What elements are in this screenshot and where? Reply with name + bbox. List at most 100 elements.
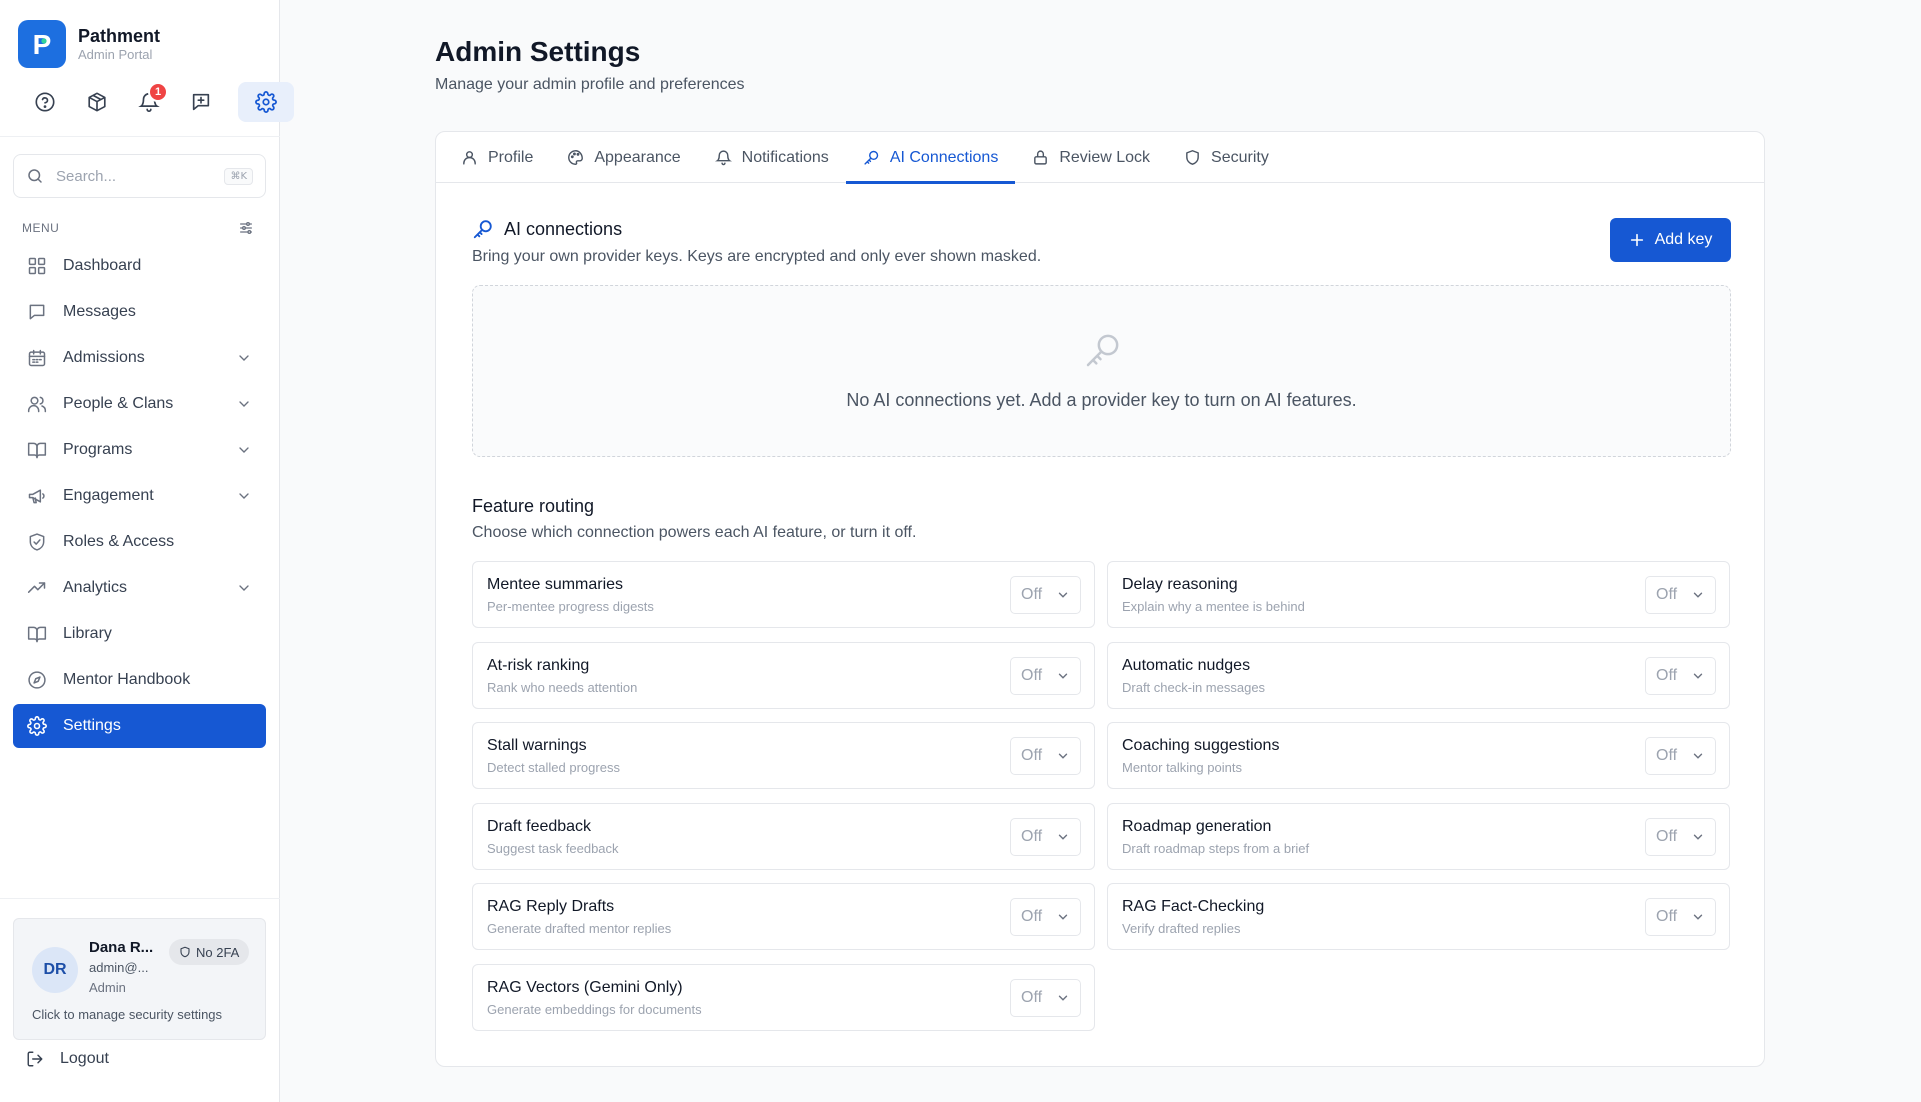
feature-title: Mentee summaries xyxy=(487,576,624,593)
sidebar-item-people-clans[interactable]: People & Clans xyxy=(13,382,266,426)
feature-description: Verify drafted replies xyxy=(1122,921,1241,936)
feature-connection-select[interactable]: Off xyxy=(1645,576,1716,614)
settings-tabs: Profile Appearance Notifications AI Conn… xyxy=(436,132,1764,184)
key-icon xyxy=(473,220,492,239)
sidebar-item-analytics[interactable]: Analytics xyxy=(13,566,266,610)
select-value: Off xyxy=(1021,908,1043,925)
help-icon xyxy=(35,92,55,112)
chevron-down-icon xyxy=(239,401,249,407)
sidebar-item-label: Programs xyxy=(63,441,133,458)
feature-connection-select[interactable]: Off xyxy=(1010,576,1081,614)
sidebar-item-library[interactable]: Library xyxy=(13,612,266,656)
packages-button[interactable] xyxy=(74,82,120,122)
feature-card: RAG Vectors (Gemini Only) Generate embedd… xyxy=(472,964,1095,1031)
logout-label: Logout xyxy=(60,1050,109,1067)
chevron-down-icon xyxy=(1693,834,1703,840)
sidebar-item-label: Engagement xyxy=(63,487,154,504)
sidebar-item-programs[interactable]: Programs xyxy=(13,428,266,472)
chevron-down-icon xyxy=(1058,834,1068,840)
add-key-button[interactable]: Add key xyxy=(1610,218,1731,262)
shield-icon xyxy=(180,946,190,958)
feature-connection-select[interactable]: Off xyxy=(1010,818,1081,856)
tab-notifications[interactable]: Notifications xyxy=(698,132,846,183)
trend-up-icon xyxy=(27,582,46,593)
sidebar: P Pathment Admin Portal 1 Search... ⌘K M… xyxy=(0,0,294,1102)
sidebar-item-engagement[interactable]: Engagement xyxy=(13,474,266,518)
gear-icon xyxy=(255,91,277,113)
sidebar-item-mentor-handbook[interactable]: Mentor Handbook xyxy=(13,658,266,702)
notifications-button[interactable]: 1 xyxy=(126,82,172,122)
feature-title: Coaching suggestions xyxy=(1122,737,1280,754)
logout-button[interactable]: Logout xyxy=(26,1050,109,1068)
book-icon xyxy=(27,626,47,643)
sliders-icon[interactable] xyxy=(238,220,254,236)
feature-connection-select[interactable]: Off xyxy=(1645,898,1716,936)
brand[interactable]: P Pathment Admin Portal xyxy=(18,20,160,68)
bell-icon xyxy=(714,150,732,166)
logout-icon xyxy=(27,1051,43,1067)
user-card[interactable]: DR Dana R... admin@... Admin No 2FA Clic… xyxy=(13,918,266,1040)
select-value: Off xyxy=(1021,747,1043,764)
tab-review-lock[interactable]: Review Lock xyxy=(1015,132,1167,183)
feature-connection-select[interactable]: Off xyxy=(1645,657,1716,695)
chevron-down-icon xyxy=(1693,914,1703,920)
feature-title: Delay reasoning xyxy=(1122,576,1238,593)
select-value: Off xyxy=(1656,828,1678,845)
feature-title: Roadmap generation xyxy=(1122,818,1272,835)
shield-check-icon xyxy=(29,533,45,551)
brand-name: Pathment xyxy=(78,26,161,46)
select-value: Off xyxy=(1656,586,1678,603)
feature-routing-subtitle: Choose which connection powers each AI f… xyxy=(472,524,917,541)
settings-shortcut-button[interactable] xyxy=(238,82,294,122)
sidebar-item-label: Settings xyxy=(63,717,121,734)
sidebar-item-dashboard[interactable]: Dashboard xyxy=(13,244,266,288)
lock-icon xyxy=(1034,150,1048,165)
search-input[interactable]: Search... ⌘K xyxy=(13,154,266,198)
sidebar-item-roles-access[interactable]: Roles & Access xyxy=(13,520,266,564)
feature-connection-select[interactable]: Off xyxy=(1645,737,1716,775)
feature-description: Suggest task feedback xyxy=(487,841,619,856)
feature-connection-select[interactable]: Off xyxy=(1010,898,1081,936)
message-plus-icon xyxy=(192,93,210,111)
chevron-down-icon xyxy=(239,493,249,499)
feature-connection-select[interactable]: Off xyxy=(1645,818,1716,856)
chevron-down-icon xyxy=(239,355,249,361)
help-button[interactable] xyxy=(22,82,68,122)
feature-card: At-risk ranking Rank who needs attention O… xyxy=(472,642,1095,709)
user-icon xyxy=(463,151,476,165)
sidebar-nav: Dashboard Messages Admissions People & C… xyxy=(13,244,266,750)
key-icon xyxy=(864,150,879,165)
empty-state-text: No AI connections yet. Add a provider ke… xyxy=(846,390,1357,410)
sidebar-item-messages[interactable]: Messages xyxy=(13,290,266,334)
feature-card: RAG Reply Drafts Generate drafted mentor … xyxy=(472,883,1095,950)
feature-card: Roadmap generation Draft roadmap steps fr… xyxy=(1107,803,1730,870)
tab-appearance[interactable]: Appearance xyxy=(550,132,697,183)
ai-connections-heading: AI connections xyxy=(472,218,622,240)
feature-connection-select[interactable]: Off xyxy=(1010,657,1081,695)
book-open-icon xyxy=(27,442,47,459)
dashboard-icon xyxy=(28,257,46,275)
sidebar-item-admissions[interactable]: Admissions xyxy=(13,336,266,380)
shield-icon xyxy=(1186,150,1199,165)
tab-profile[interactable]: Profile xyxy=(444,132,550,183)
sidebar-item-settings[interactable]: Settings xyxy=(13,704,266,748)
feature-connection-select[interactable]: Off xyxy=(1010,737,1081,775)
brand-subtitle: Admin Portal xyxy=(78,47,153,62)
megaphone-icon xyxy=(28,489,45,504)
feature-title: Automatic nudges xyxy=(1122,657,1251,674)
feature-description: Generate drafted mentor replies xyxy=(487,921,672,936)
tab-ai-connections[interactable]: AI Connections xyxy=(845,132,1016,184)
feature-routing-title: Feature routing xyxy=(472,496,595,516)
feature-description: Per-mentee progress digests xyxy=(487,599,654,614)
tab-security[interactable]: Security xyxy=(1167,132,1286,183)
add-key-label: Add key xyxy=(1654,231,1713,248)
feature-title: RAG Fact-Checking xyxy=(1122,898,1265,915)
palette-icon xyxy=(568,150,584,165)
sidebar-item-label: Messages xyxy=(63,303,136,320)
divider xyxy=(0,898,280,899)
user-hint: Click to manage security settings xyxy=(32,1007,223,1022)
user-role: Admin xyxy=(89,980,126,995)
key-icon xyxy=(1086,334,1119,367)
feedback-button[interactable] xyxy=(178,82,224,122)
feature-connection-select[interactable]: Off xyxy=(1010,979,1081,1017)
